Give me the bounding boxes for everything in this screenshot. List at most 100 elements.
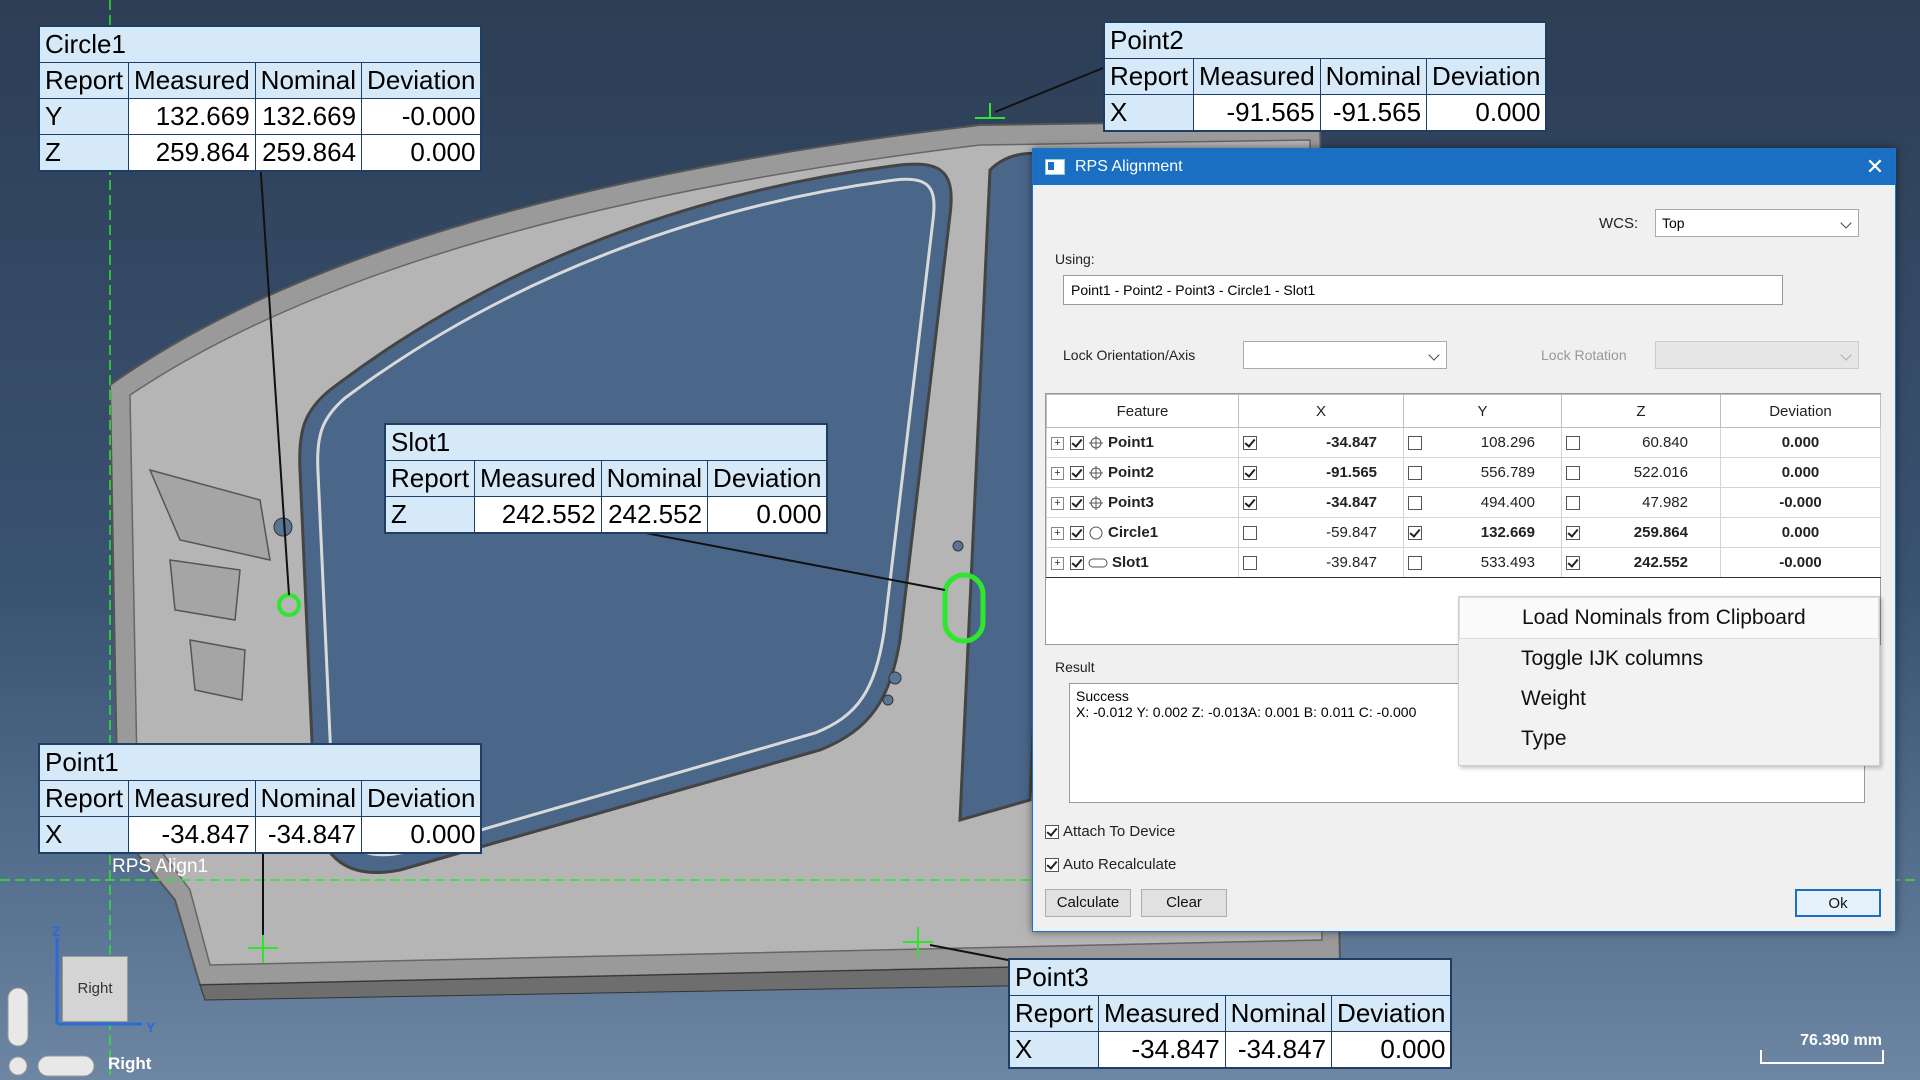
point3-callout[interactable]: Point3 Report Measured Nominal Deviation… bbox=[1008, 958, 1453, 1069]
slot1-callout[interactable]: Slot1 Report Measured Nominal Deviation … bbox=[384, 423, 829, 534]
header-report: Report bbox=[38, 62, 130, 99]
row-measured: 259.864 bbox=[128, 134, 256, 171]
column-feature[interactable]: Feature bbox=[1046, 394, 1239, 428]
callout-title: Slot1 bbox=[384, 424, 828, 461]
row-axis: Y bbox=[38, 98, 130, 135]
checkbox[interactable] bbox=[1045, 857, 1059, 872]
x-checkbox[interactable] bbox=[1243, 526, 1257, 541]
z-checkbox[interactable] bbox=[1566, 466, 1580, 481]
auto-recalculate-checkbox[interactable]: Auto Recalculate bbox=[1045, 856, 1176, 873]
view-cube[interactable]: Right bbox=[62, 956, 128, 1022]
calculate-button[interactable]: Calculate bbox=[1045, 889, 1131, 917]
dialog-titlebar[interactable]: RPS Alignment ✕ bbox=[1033, 149, 1895, 185]
table-row[interactable]: + Slot1 -39.847 533.493 242.552 -0.000 bbox=[1046, 547, 1881, 578]
menu-item-toggle-ijk[interactable]: Toggle IJK columns bbox=[1459, 639, 1879, 679]
column-x[interactable]: X bbox=[1238, 394, 1404, 428]
z-checkbox[interactable] bbox=[1566, 496, 1580, 511]
table-row[interactable]: + Point3 -34.847 494.400 47.982 -0.000 bbox=[1046, 487, 1881, 518]
deviation-value: 0.000 bbox=[1720, 517, 1881, 548]
y-value: 533.493 bbox=[1480, 554, 1535, 571]
feature-checkbox[interactable] bbox=[1070, 436, 1084, 451]
x-checkbox[interactable] bbox=[1243, 496, 1257, 511]
z-checkbox[interactable] bbox=[1566, 436, 1580, 451]
table-row[interactable]: + Circle1 -59.847 132.669 259.864 0.000 bbox=[1046, 517, 1881, 548]
wcs-label: WCS: bbox=[1599, 215, 1639, 232]
feature-name: Point1 bbox=[1108, 433, 1154, 451]
feature-checkbox[interactable] bbox=[1070, 556, 1084, 571]
row-deviation: 0.000 bbox=[1331, 1031, 1452, 1068]
result-label: Result bbox=[1055, 659, 1095, 675]
row-axis: X bbox=[1008, 1031, 1100, 1068]
lock-rotation-select bbox=[1655, 341, 1859, 369]
callout-title: Point3 bbox=[1008, 959, 1452, 996]
expand-icon[interactable]: + bbox=[1051, 526, 1064, 540]
z-checkbox[interactable] bbox=[1566, 526, 1580, 541]
feature-name: Circle1 bbox=[1108, 523, 1159, 541]
column-y[interactable]: Y bbox=[1403, 394, 1562, 428]
header-deviation: Deviation bbox=[361, 62, 482, 99]
ok-button[interactable]: Ok bbox=[1795, 889, 1881, 917]
feature-checkbox[interactable] bbox=[1070, 466, 1084, 481]
scale-bar: 76.390 mm bbox=[1760, 1032, 1884, 1064]
context-menu[interactable]: Load Nominals from Clipboard Toggle IJK … bbox=[1458, 596, 1880, 766]
header-nominal: Nominal bbox=[254, 780, 363, 817]
x-checkbox[interactable] bbox=[1243, 556, 1257, 571]
menu-item-type[interactable]: Type bbox=[1459, 719, 1879, 759]
column-deviation[interactable]: Deviation bbox=[1720, 394, 1881, 428]
lock-orientation-select[interactable] bbox=[1243, 341, 1447, 369]
using-field[interactable]: Point1 - Point2 - Point3 - Circle1 - Slo… bbox=[1063, 275, 1783, 305]
axis-y-label: Y bbox=[146, 1019, 156, 1035]
wcs-select[interactable]: Top bbox=[1655, 209, 1859, 237]
row-deviation: 0.000 bbox=[361, 134, 482, 171]
x-checkbox[interactable] bbox=[1243, 436, 1257, 451]
close-icon[interactable]: ✕ bbox=[1855, 154, 1895, 180]
y-checkbox[interactable] bbox=[1408, 526, 1422, 541]
expand-icon[interactable]: + bbox=[1051, 496, 1064, 510]
feature-checkbox[interactable] bbox=[1070, 526, 1084, 541]
z-value: 242.552 bbox=[1633, 554, 1688, 571]
x-value: -59.847 bbox=[1326, 524, 1377, 541]
header-measured: Measured bbox=[128, 780, 256, 817]
attach-to-device-checkbox[interactable]: Attach To Device bbox=[1045, 823, 1175, 840]
row-nominal: 259.864 bbox=[254, 134, 363, 171]
menu-item-weight[interactable]: Weight bbox=[1459, 679, 1879, 719]
y-value: 108.296 bbox=[1480, 434, 1535, 451]
y-value: 132.669 bbox=[1480, 524, 1535, 541]
table-row[interactable]: + Point2 -91.565 556.789 522.016 0.000 bbox=[1046, 457, 1881, 488]
z-checkbox[interactable] bbox=[1566, 556, 1580, 571]
z-value: 522.016 bbox=[1633, 464, 1688, 481]
y-checkbox[interactable] bbox=[1408, 466, 1422, 481]
point2-callout[interactable]: Point2 Report Measured Nominal Deviation… bbox=[1103, 21, 1548, 132]
deviation-value: 0.000 bbox=[1720, 427, 1881, 458]
y-checkbox[interactable] bbox=[1408, 556, 1422, 571]
clear-button[interactable]: Clear bbox=[1141, 889, 1227, 917]
wcs-select-value: Top bbox=[1662, 215, 1685, 231]
feature-checkbox[interactable] bbox=[1070, 496, 1084, 511]
y-checkbox[interactable] bbox=[1408, 496, 1422, 511]
menu-item-load-nominals[interactable]: Load Nominals from Clipboard bbox=[1459, 597, 1879, 639]
table-row[interactable]: + Point1 -34.847 108.296 60.840 0.000 bbox=[1046, 427, 1881, 458]
x-checkbox[interactable] bbox=[1243, 466, 1257, 481]
y-checkbox[interactable] bbox=[1408, 436, 1422, 451]
checkbox[interactable] bbox=[1045, 824, 1059, 839]
expand-icon[interactable]: + bbox=[1051, 556, 1064, 570]
rps-alignment-dialog[interactable]: RPS Alignment ✕ WCS: Top Using: Point1 -… bbox=[1032, 148, 1896, 932]
lock-orientation-label: Lock Orientation/Axis bbox=[1063, 347, 1196, 363]
column-z[interactable]: Z bbox=[1561, 394, 1721, 428]
row-measured: -34.847 bbox=[1098, 1031, 1226, 1068]
window-icon bbox=[1045, 159, 1065, 175]
expand-icon[interactable]: + bbox=[1051, 466, 1064, 480]
header-measured: Measured bbox=[474, 460, 602, 497]
circle-icon bbox=[1089, 526, 1103, 540]
point-icon bbox=[1089, 436, 1103, 451]
dialog-title: RPS Alignment bbox=[1075, 158, 1183, 175]
row-nominal: 242.552 bbox=[600, 496, 709, 533]
y-value: 556.789 bbox=[1480, 464, 1535, 481]
circle1-callout[interactable]: Circle1 Report Measured Nominal Deviatio… bbox=[38, 25, 483, 172]
header-report: Report bbox=[1103, 58, 1195, 95]
expand-icon[interactable]: + bbox=[1051, 436, 1064, 450]
header-nominal: Nominal bbox=[1224, 995, 1333, 1032]
deviation-value: -0.000 bbox=[1720, 487, 1881, 518]
point1-callout[interactable]: Point1 Report Measured Nominal Deviation… bbox=[38, 743, 483, 854]
header-report: Report bbox=[38, 780, 130, 817]
